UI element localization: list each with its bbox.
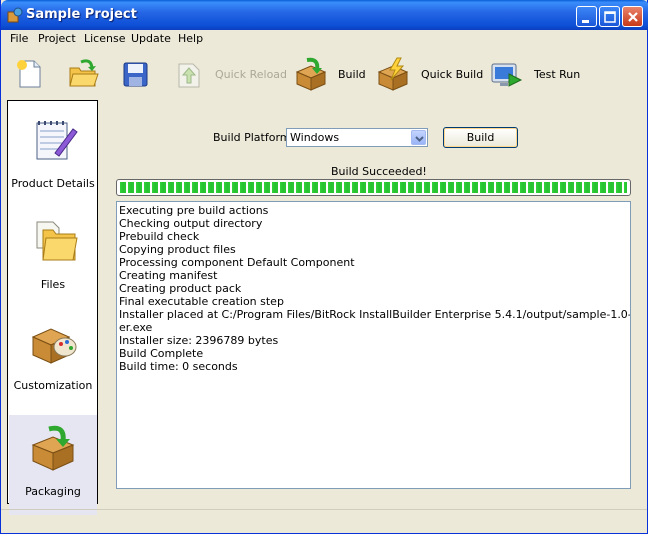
app-icon (7, 7, 23, 23)
folder-files-icon (36, 221, 78, 261)
monitor-run-icon (491, 63, 523, 87)
sidebar-item-customization[interactable]: Customization (9, 309, 97, 409)
chevron-down-icon (415, 136, 424, 142)
quick-build-button[interactable]: Quick Build (375, 56, 483, 92)
dropdown-arrow[interactable] (411, 130, 426, 145)
menu-project[interactable]: Project (38, 32, 76, 45)
open-folder-icon (69, 59, 99, 87)
progress-fill (120, 182, 627, 193)
status-bar (1, 509, 647, 533)
build-box-icon (295, 57, 327, 91)
box-palette-icon (31, 328, 77, 364)
log-line: er.exe (119, 321, 153, 334)
minimize-button[interactable] (576, 6, 597, 27)
open-project-button[interactable] (65, 56, 101, 92)
log-line: Executing pre build actions (119, 204, 269, 217)
sidebar-item-label: Product Details (11, 177, 95, 190)
log-line: Creating product pack (119, 282, 242, 295)
quick-reload-label: Quick Reload (215, 68, 288, 81)
maximize-button[interactable] (599, 6, 620, 27)
log-line: Checking output directory (119, 217, 263, 230)
quick-build-icon (377, 57, 409, 91)
build-log[interactable]: Executing pre build actions Checking outp… (116, 201, 631, 489)
sidebar-item-files[interactable]: Files (9, 208, 97, 308)
window-title: Sample Project (26, 7, 137, 22)
log-line: Build time: 0 seconds (119, 360, 238, 373)
log-line: Installer size: 2396789 bytes (119, 334, 279, 347)
build-platform-select[interactable]: Windows (286, 128, 428, 147)
new-document-icon (17, 60, 41, 88)
menu-update[interactable]: Update (131, 32, 171, 45)
sidebar: Product Details Files Customization Pack… (7, 100, 98, 515)
log-line: Build Complete (119, 347, 204, 360)
reload-icon (178, 63, 200, 88)
sidebar-item-product-details[interactable]: Product Details (9, 107, 97, 207)
build-toolbar-label: Build (338, 68, 366, 81)
log-line: Processing component Default Component (119, 256, 355, 269)
log-line: Installer placed at C:/Program Files/Bit… (119, 308, 631, 321)
minimize-icon (582, 20, 589, 23)
build-platform-value: Windows (290, 131, 340, 144)
quick-build-label: Quick Build (421, 68, 484, 81)
box-arrow-icon (31, 425, 75, 471)
maximize-icon (604, 11, 616, 23)
application-window: Sample Project File Project License Upda… (0, 0, 648, 534)
build-toolbar-button[interactable]: Build (293, 56, 366, 92)
sidebar-item-label: Packaging (25, 485, 81, 498)
save-disk-icon (123, 62, 148, 87)
toolbar: Quick Reload Build Quick Build Test Run (1, 50, 647, 98)
build-platform-label: Build Platform (213, 131, 291, 144)
build-button[interactable]: Build (443, 127, 518, 148)
test-run-label: Test Run (534, 68, 581, 81)
test-run-button[interactable]: Test Run (489, 56, 581, 92)
log-line: Creating manifest (119, 269, 218, 282)
title-bar[interactable]: Sample Project (1, 0, 648, 30)
sidebar-item-label: Files (40, 278, 66, 291)
sidebar-item-label: Customization (13, 379, 93, 392)
menu-help[interactable]: Help (178, 32, 203, 45)
close-button[interactable] (622, 6, 643, 27)
notepad-icon (36, 121, 78, 160)
build-progress-bar (116, 179, 631, 196)
new-project-button[interactable] (11, 56, 47, 92)
log-line: Final executable creation step (119, 295, 284, 308)
log-line: Copying product files (119, 243, 236, 256)
menu-file[interactable]: File (10, 32, 28, 45)
sidebar-item-packaging[interactable]: Packaging (9, 415, 97, 515)
menu-license[interactable]: License (84, 32, 125, 45)
quick-reload-button[interactable]: Quick Reload (171, 56, 287, 92)
build-status-text: Build Succeeded! (331, 165, 427, 178)
menu-bar: File Project License Update Help (1, 30, 647, 48)
save-project-button[interactable] (117, 56, 153, 92)
close-icon (628, 12, 638, 22)
log-line: Prebuild check (119, 230, 200, 243)
